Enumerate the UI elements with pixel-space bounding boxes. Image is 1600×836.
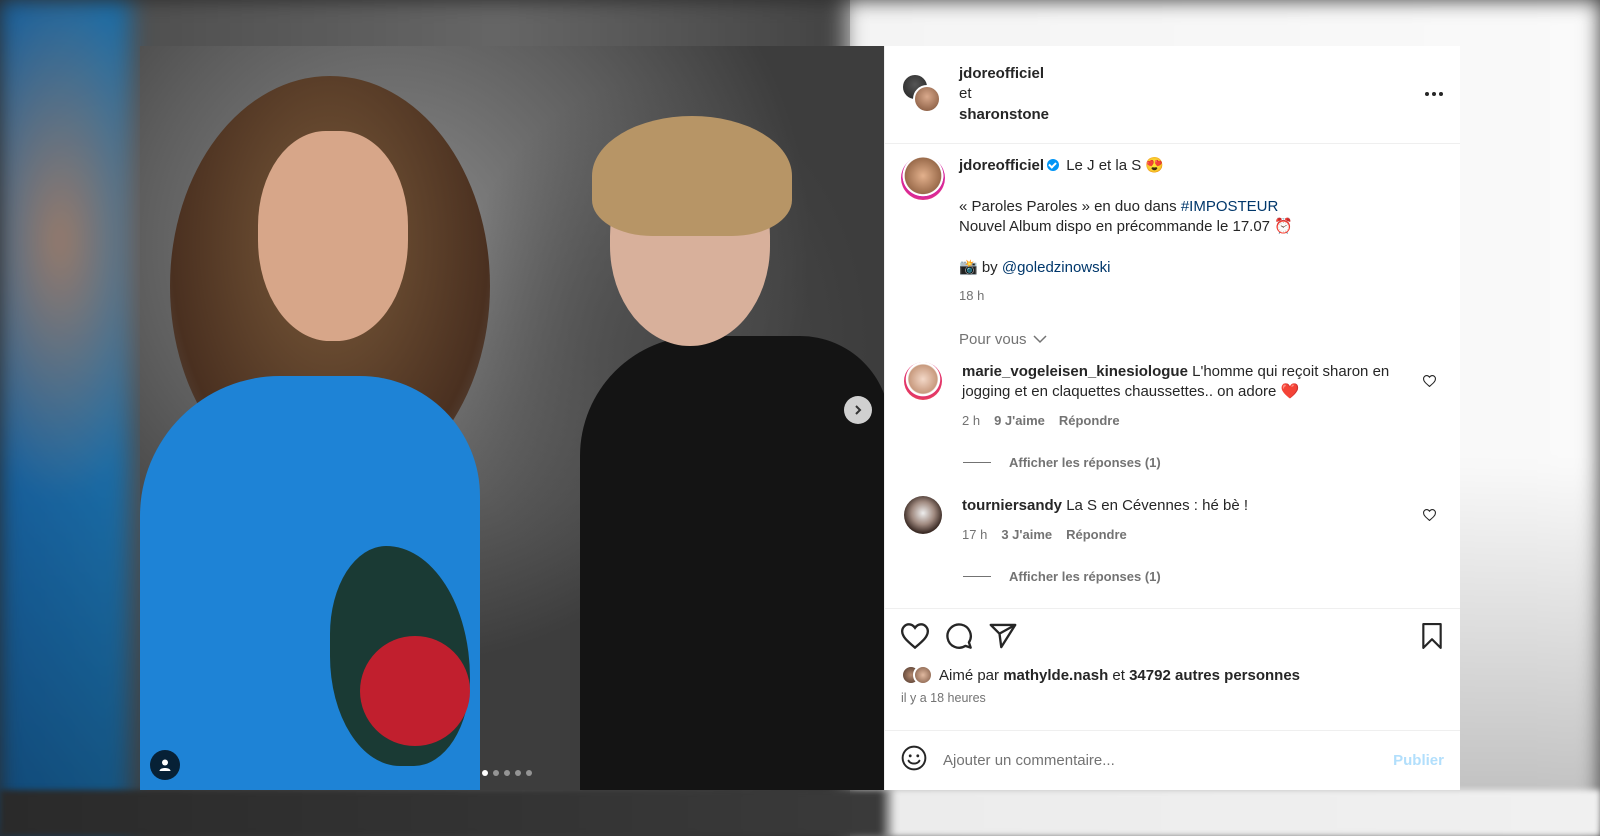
photo-sweater-flower	[360, 636, 470, 746]
avatar[interactable]	[901, 156, 945, 200]
like-button[interactable]	[900, 622, 930, 654]
likes-middle: et	[1112, 666, 1125, 684]
header-username-2[interactable]: sharonstone	[959, 105, 1049, 126]
comment-sort-dropdown[interactable]: Pour vous	[959, 331, 1444, 348]
collab-avatars[interactable]	[901, 72, 945, 117]
post-caption: jdoreofficiel Le J et la S 😍 « Paroles P…	[901, 156, 1444, 307]
smiley-icon	[901, 745, 927, 771]
heart-icon	[1422, 374, 1437, 387]
photo-person-right-hair	[592, 116, 792, 236]
caption-line1: « Paroles Paroles » en duo dans	[959, 197, 1181, 215]
tagged-users-button[interactable]	[150, 750, 180, 780]
caption-time[interactable]: 18 h	[959, 286, 1293, 307]
caption-username[interactable]: jdoreofficiel	[959, 157, 1044, 174]
post-header: jdoreofficiel et sharonstone	[885, 46, 1460, 144]
carousel-dot	[504, 770, 510, 776]
carousel-dot	[526, 770, 532, 776]
like-comment-button[interactable]	[1422, 508, 1437, 526]
heart-icon	[1422, 509, 1437, 522]
avatar	[913, 84, 941, 113]
avatar	[913, 665, 933, 685]
chevron-down-icon	[1033, 335, 1047, 344]
caption-line2: Nouvel Album dispo en précommande le 17.…	[959, 218, 1293, 235]
bookmark-icon	[1422, 622, 1442, 649]
comment-sort-label: Pour vous	[959, 330, 1027, 348]
comment-time[interactable]: 2 h	[962, 411, 980, 432]
comment-text: La S en Cévennes : hé bè !	[1066, 497, 1248, 514]
post-photo[interactable]	[140, 46, 884, 790]
show-replies-button[interactable]: Afficher les réponses (1)	[963, 569, 1444, 584]
show-replies-label: Afficher les réponses (1)	[1009, 455, 1161, 470]
divider	[963, 462, 991, 463]
avatar[interactable]	[904, 496, 942, 534]
comment-item: marie_vogeleisen_kinesiologue L'homme qu…	[901, 361, 1444, 432]
emoji-button[interactable]	[901, 745, 927, 776]
avatar[interactable]	[904, 361, 942, 400]
caption-credit: 📸 by	[959, 258, 1002, 276]
more-options-button[interactable]	[1424, 84, 1444, 102]
photo-person-right	[580, 336, 884, 790]
reply-button[interactable]: Répondre	[1066, 525, 1127, 546]
comment-bubble-icon	[946, 622, 972, 649]
reply-button[interactable]: Répondre	[1059, 411, 1120, 432]
save-button[interactable]	[1420, 622, 1444, 654]
comment-likes[interactable]: 3 J'aime	[1001, 525, 1052, 546]
header-connector: et	[959, 85, 972, 103]
comment-username[interactable]: tourniersandy	[962, 497, 1062, 514]
mention-link[interactable]: @goledzinowski	[1002, 259, 1111, 276]
show-replies-label: Afficher les réponses (1)	[1009, 569, 1161, 584]
background-bottom-strip	[0, 790, 1600, 836]
share-button[interactable]	[989, 623, 1017, 654]
post-modal: jdoreofficiel et sharonstone jdoreoffici…	[140, 46, 1460, 790]
chevron-right-icon	[855, 405, 862, 415]
likes-count[interactable]: 34792 autres personnes	[1129, 667, 1300, 684]
comments-section[interactable]: jdoreofficiel Le J et la S 😍 « Paroles P…	[885, 144, 1460, 608]
paper-plane-icon	[989, 623, 1017, 648]
likes-summary: Aimé par mathylde.nash et 34792 autres p…	[901, 665, 1444, 685]
liked-by-user[interactable]: mathylde.nash	[1003, 667, 1108, 684]
like-comment-button[interactable]	[1422, 374, 1437, 392]
carousel-dot	[515, 770, 521, 776]
comment-username[interactable]: marie_vogeleisen_kinesiologue	[962, 363, 1188, 380]
post-timestamp[interactable]: il y a 18 heures	[901, 691, 1444, 705]
comment-item: tourniersandy La S en Cévennes : hé bè !…	[901, 496, 1444, 545]
heart-icon	[900, 622, 930, 649]
carousel-dot	[482, 770, 488, 776]
post-side-panel: jdoreofficiel et sharonstone jdoreoffici…	[884, 46, 1460, 790]
comment-input[interactable]	[943, 752, 1394, 769]
comment-likes[interactable]: 9 J'aime	[994, 411, 1045, 432]
comment-time[interactable]: 17 h	[962, 525, 987, 546]
verified-badge-icon	[1047, 159, 1060, 171]
hashtag-link[interactable]: #IMPOSTEUR	[1181, 198, 1279, 215]
caption-title: Le J et la S 😍	[1066, 157, 1165, 174]
divider	[963, 576, 991, 577]
photo-person-left-face	[258, 131, 408, 341]
comment-button[interactable]	[945, 622, 973, 655]
likes-prefix: Aimé par	[939, 666, 1000, 684]
publish-button[interactable]: Publier	[1393, 752, 1444, 769]
carousel-indicator	[482, 770, 532, 776]
header-username-1[interactable]: jdoreofficiel	[959, 64, 1049, 85]
carousel-dot	[493, 770, 499, 776]
user-icon	[159, 759, 171, 771]
more-horizontal-icon	[1425, 92, 1443, 96]
show-replies-button[interactable]: Afficher les réponses (1)	[963, 455, 1444, 470]
add-comment-bar: Publier	[885, 730, 1460, 790]
carousel-next-button[interactable]	[844, 396, 872, 424]
collab-names: jdoreofficiel et sharonstone	[959, 64, 1049, 126]
post-actions: Aimé par mathylde.nash et 34792 autres p…	[885, 608, 1460, 730]
